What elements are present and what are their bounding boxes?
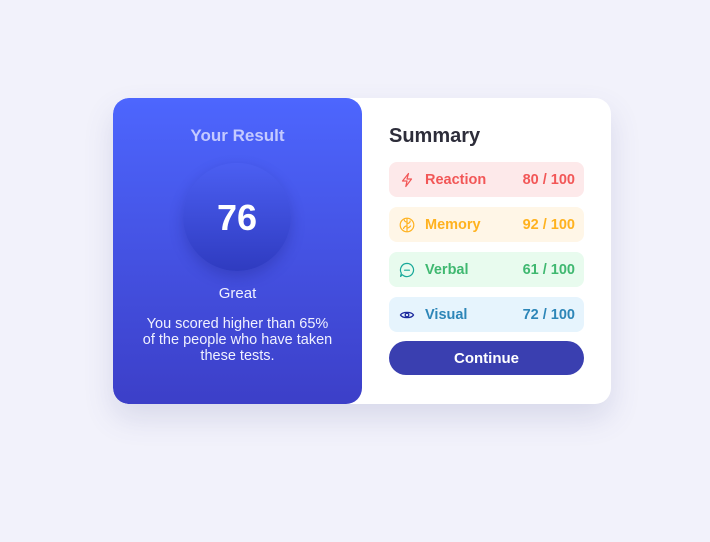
summary-item-label: Visual [425, 306, 468, 323]
summary-item-reaction: Reaction 80 / 100 [389, 162, 584, 197]
results-card: Your Result 76 Great You scored higher t… [113, 98, 611, 404]
summary-item-verbal: Verbal 61 / 100 [389, 252, 584, 287]
summary-item-visual: Visual 72 / 100 [389, 297, 584, 332]
summary-item-memory: Memory 92 / 100 [389, 207, 584, 242]
summary-panel: Summary Reaction 80 / 100 Memory 92 / 10… [362, 98, 611, 404]
score-circle: 76 [183, 163, 291, 271]
chat-bubble-icon [399, 262, 415, 278]
summary-item-score: 92 / 100 [522, 216, 575, 233]
summary-item-label: Verbal [425, 261, 469, 278]
summary-item-score: 80 / 100 [522, 171, 575, 188]
rating-label: Great [218, 285, 257, 302]
result-panel: Your Result 76 Great You scored higher t… [113, 98, 362, 404]
summary-item-score: 72 / 100 [522, 306, 575, 323]
summary-title: Summary [389, 125, 481, 147]
continue-button[interactable]: Continue [389, 341, 584, 375]
result-title: Your Result [190, 126, 285, 145]
summary-item-label: Reaction [425, 171, 487, 188]
score-value: 76 [216, 197, 258, 238]
lightning-icon [399, 172, 415, 188]
summary-item-score: 61 / 100 [522, 261, 575, 278]
eye-icon [399, 307, 415, 323]
brain-icon [399, 217, 415, 233]
result-description: You scored higher than 65% of the people… [142, 316, 333, 364]
summary-item-label: Memory [425, 216, 481, 233]
